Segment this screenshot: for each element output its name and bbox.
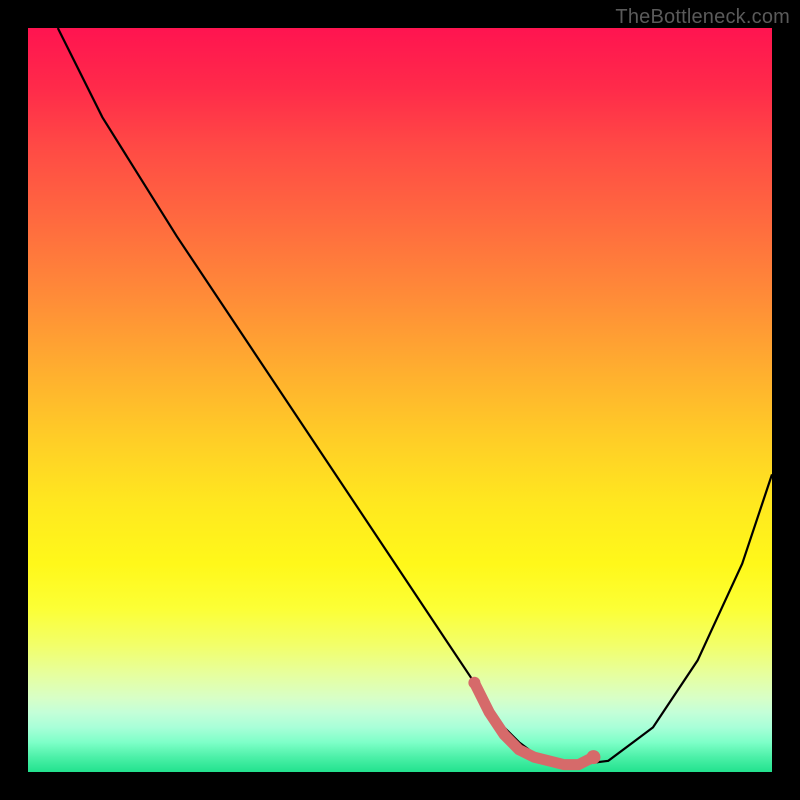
curve-layer bbox=[28, 28, 772, 772]
optimal-highlight bbox=[474, 683, 593, 765]
watermark-text: TheBottleneck.com bbox=[615, 6, 790, 29]
highlight-dot-start-icon bbox=[468, 677, 480, 689]
bottleneck-curve bbox=[58, 28, 772, 765]
plot-area bbox=[28, 28, 772, 772]
chart-container: TheBottleneck.com bbox=[0, 0, 800, 800]
highlight-dot-end-icon bbox=[586, 750, 600, 764]
